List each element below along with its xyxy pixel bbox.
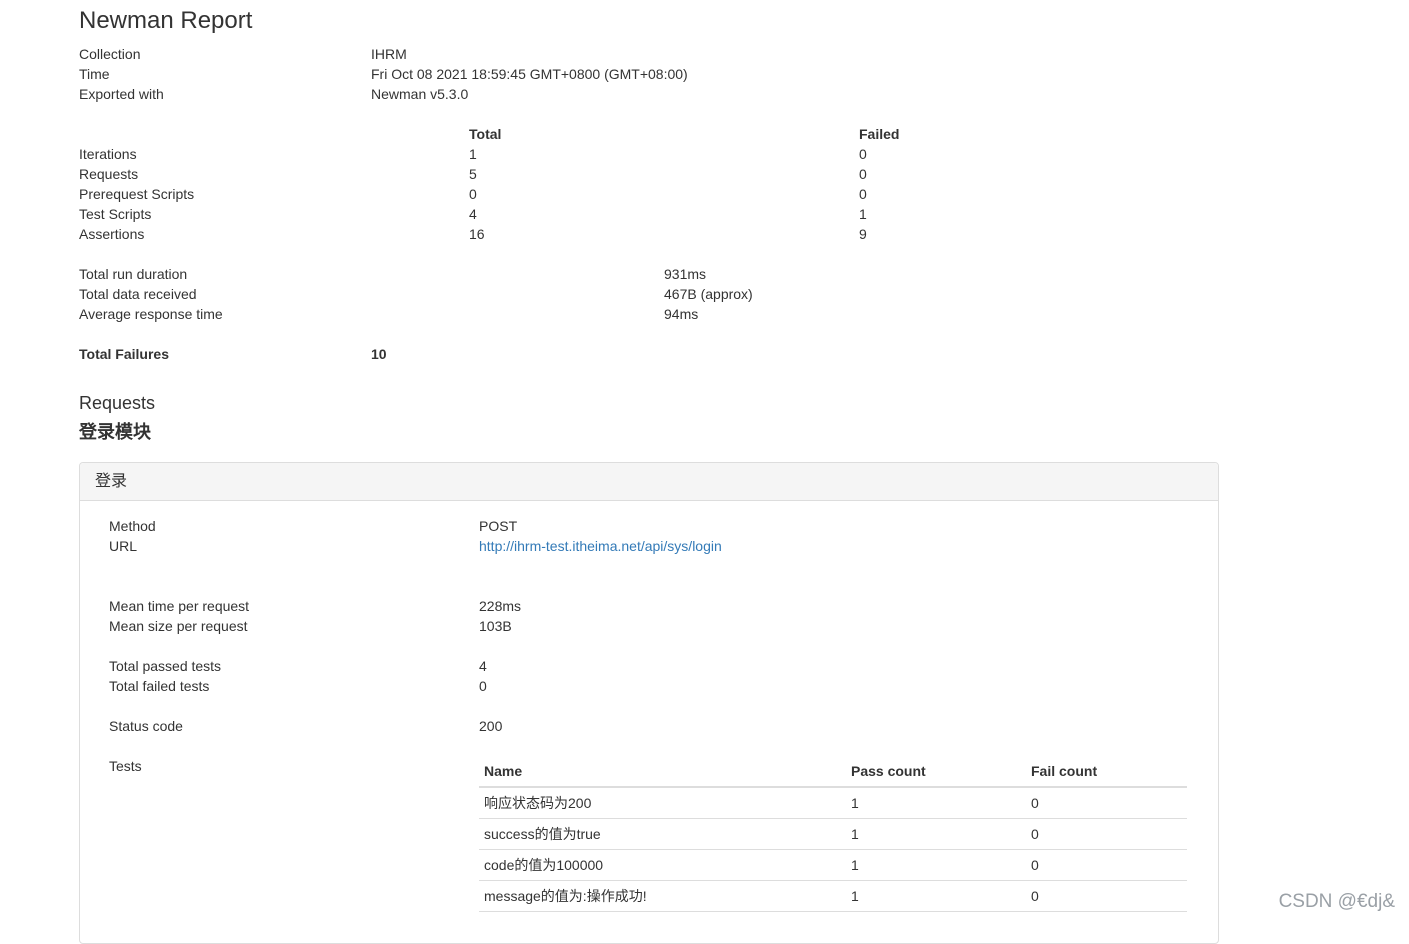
report-title: Newman Report	[79, 7, 253, 34]
summary-row-label: Requests	[79, 166, 139, 182]
tests-table-header: Name Pass count Fail count	[479, 755, 1187, 788]
table-row: message的值为:操作成功! 1 0	[479, 880, 1187, 912]
collection-label: Collection	[79, 46, 141, 62]
summary-total-header: Total	[469, 126, 502, 142]
test-name: 响应状态码为200	[479, 787, 846, 819]
url-label: URL	[109, 538, 138, 554]
summary-row-total: 16	[469, 226, 485, 242]
request-panel-header[interactable]: 登录	[80, 463, 1218, 501]
requests-heading: Requests	[79, 393, 156, 413]
failed-tests-value: 0	[479, 678, 487, 694]
tests-table: Name Pass count Fail count 响应状态码为200 1 0…	[479, 755, 1187, 912]
tests-label: Tests	[109, 758, 142, 774]
mean-size-label: Mean size per request	[109, 618, 248, 634]
test-fail-count: 0	[1026, 787, 1187, 819]
table-row: success的值为true 1 0	[479, 818, 1187, 850]
request-panel-title: 登录	[95, 473, 128, 490]
time-value: Fri Oct 08 2021 18:59:45 GMT+0800 (GMT+0…	[371, 66, 688, 82]
run-duration-label: Total run duration	[79, 266, 188, 282]
summary-row-total: 4	[469, 206, 477, 222]
time-label: Time	[79, 66, 110, 82]
url-link[interactable]: http://ihrm-test.itheima.net/api/sys/log…	[479, 536, 722, 556]
test-fail-count: 0	[1026, 849, 1187, 881]
collection-value: IHRM	[371, 46, 407, 62]
exported-with-label: Exported with	[79, 86, 164, 102]
tests-pass-header: Pass count	[846, 755, 1026, 788]
method-value: POST	[479, 518, 518, 534]
summary-row-failed: 0	[859, 166, 867, 182]
status-code-value: 200	[479, 718, 503, 734]
avg-response-label: Average response time	[79, 306, 223, 322]
summary-row-total: 1	[469, 146, 477, 162]
mean-time-label: Mean time per request	[109, 598, 250, 614]
data-received-label: Total data received	[79, 286, 197, 302]
table-row: code的值为100000 1 0	[479, 849, 1187, 881]
status-code-label: Status code	[109, 718, 183, 734]
method-label: Method	[109, 518, 156, 534]
failed-tests-label: Total failed tests	[109, 678, 210, 694]
table-row: 响应状态码为200 1 0	[479, 787, 1187, 819]
test-name: message的值为:操作成功!	[479, 880, 846, 912]
test-fail-count: 0	[1026, 818, 1187, 850]
test-pass-count: 1	[846, 849, 1026, 881]
summary-row-label: Test Scripts	[79, 206, 152, 222]
test-fail-count: 0	[1026, 880, 1187, 912]
test-pass-count: 1	[846, 880, 1026, 912]
summary-row-failed: 0	[859, 186, 867, 202]
exported-with-value: Newman v5.3.0	[371, 86, 469, 102]
tests-name-header: Name	[479, 755, 846, 788]
summary-row-label: Iterations	[79, 146, 137, 162]
data-received-value: 467B (approx)	[664, 286, 753, 302]
total-failures-value: 10	[371, 346, 387, 362]
summary-failed-header: Failed	[859, 126, 900, 142]
total-failures-label: Total Failures	[79, 346, 169, 362]
passed-tests-label: Total passed tests	[109, 658, 222, 674]
summary-row-failed: 9	[859, 226, 867, 242]
mean-time-value: 228ms	[479, 598, 522, 614]
tests-fail-header: Fail count	[1026, 755, 1187, 788]
summary-row-label: Assertions	[79, 226, 145, 242]
test-pass-count: 1	[846, 818, 1026, 850]
csdn-watermark: CSDN @€dj&	[1278, 891, 1395, 912]
avg-response-value: 94ms	[664, 306, 699, 322]
summary-row-total: 0	[469, 186, 477, 202]
test-name: code的值为100000	[479, 849, 846, 881]
summary-row-total: 5	[469, 166, 477, 182]
summary-row-label: Prerequest Scripts	[79, 186, 195, 202]
run-duration-value: 931ms	[664, 266, 707, 282]
mean-size-value: 103B	[479, 618, 512, 634]
passed-tests-value: 4	[479, 658, 487, 674]
test-name: success的值为true	[479, 818, 846, 850]
folder-heading: 登录模块	[79, 422, 151, 442]
summary-row-failed: 0	[859, 146, 867, 162]
summary-row-failed: 1	[859, 206, 867, 222]
test-pass-count: 1	[846, 787, 1026, 819]
